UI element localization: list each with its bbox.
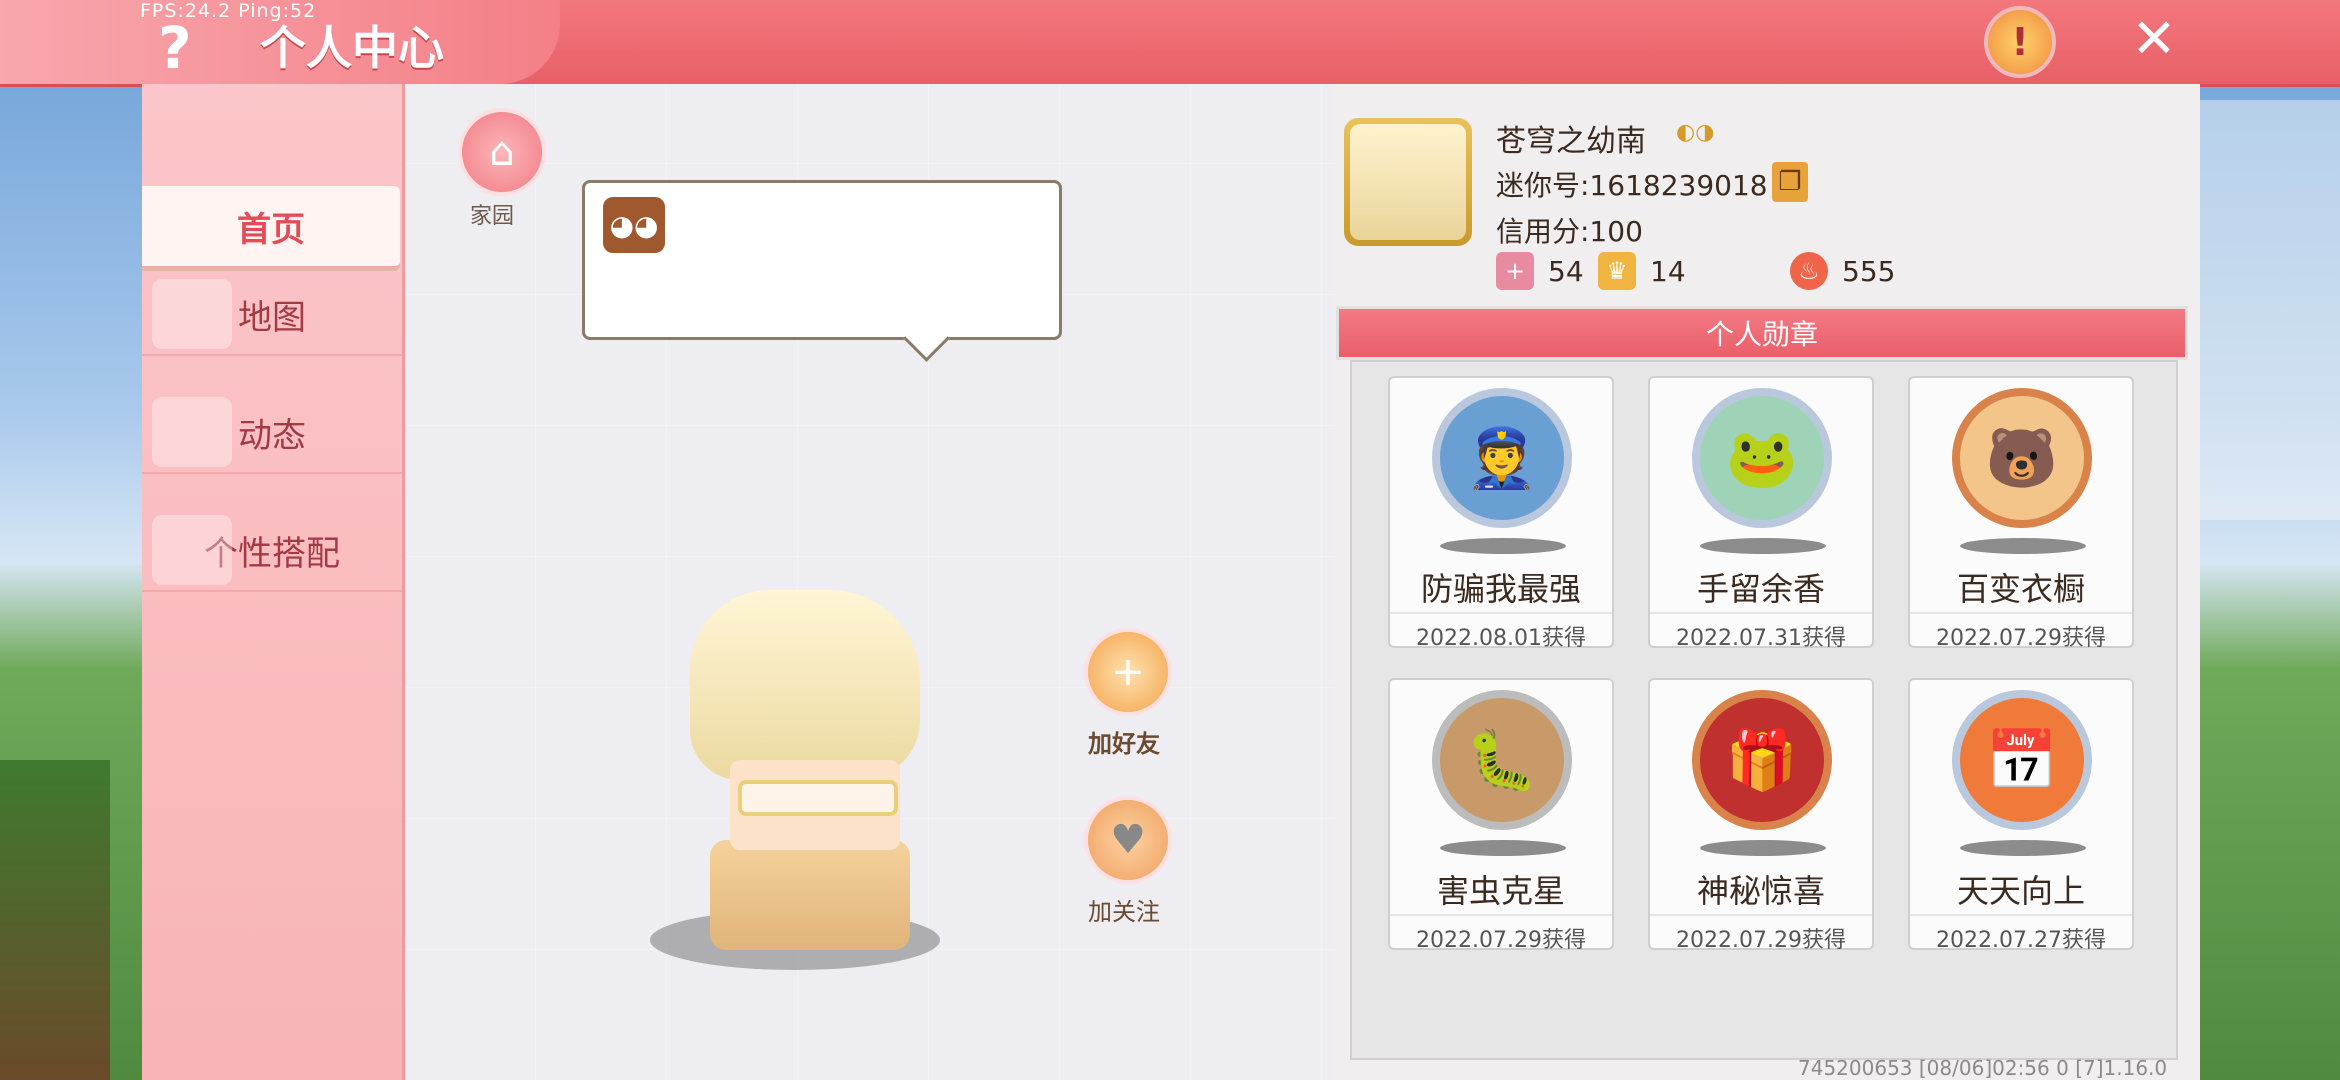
badge-name: 百变衣橱 xyxy=(1956,570,2085,608)
mini-id: 迷你号:1618239018 xyxy=(1496,169,1768,202)
medal-pedestal xyxy=(1700,538,1826,554)
badge-date: 2022.07.29获得 xyxy=(1650,914,1872,954)
warning-button[interactable]: ! xyxy=(1984,6,2056,78)
badge-name: 防骗我最强 xyxy=(1420,570,1581,608)
stat-fans: ♛ 14 xyxy=(1598,252,1686,290)
badge-name: 神秘惊喜 xyxy=(1696,872,1825,910)
character-body xyxy=(710,840,910,950)
sidebar-item-label: 地图 xyxy=(238,297,306,338)
warning-icon: ! xyxy=(2011,20,2029,64)
bookmark-plus-icon: + xyxy=(1496,252,1534,290)
medal-pedestal xyxy=(1960,840,2086,856)
help-icon[interactable]: ? xyxy=(158,14,192,82)
badge-name: 害虫克星 xyxy=(1436,872,1565,910)
stat-value: 14 xyxy=(1650,254,1686,288)
house-icon: ⌂ xyxy=(489,129,515,175)
credit-score: 信用分:100 xyxy=(1496,215,1643,248)
badge-section-header: 个人勋章 xyxy=(1336,306,2188,360)
sidebar-item-label: 动态 xyxy=(238,415,306,456)
version-info: 745200653 [08/06]02:56 0 [7]1.16.0 xyxy=(1798,1056,2168,1080)
badge-card[interactable]: 👮 防骗我最强 2022.08.01获得 xyxy=(1388,376,1614,651)
badge-date: 2022.07.29获得 xyxy=(1390,914,1612,954)
add-friend-label: 加好友 xyxy=(1088,730,1160,758)
background-tree xyxy=(0,760,110,1080)
sidebar-item-outfit[interactable]: 个性搭配 xyxy=(142,510,402,592)
badge-card[interactable]: 🎁 神秘惊喜 2022.07.29获得 xyxy=(1648,678,1874,953)
top-bar: ? 个人中心 FPS:24.2 Ping:52 ! ✕ xyxy=(0,0,2340,87)
close-button[interactable]: ✕ xyxy=(2124,6,2184,70)
badge-date: 2022.07.27获得 xyxy=(1910,914,2132,954)
background-cloud xyxy=(2190,100,2340,520)
home-button[interactable]: ⌂ xyxy=(458,108,546,196)
character-hair xyxy=(690,590,920,780)
sidebar-item-map[interactable]: 地图 xyxy=(142,274,402,356)
copy-icon[interactable]: ❐ xyxy=(1772,162,1808,202)
wardrobe-medal-icon: 🐻 xyxy=(1952,388,2092,528)
nickname: 苍穹之幼南 xyxy=(1496,124,1646,159)
sidebar: 首页 地图 动态 个性搭配 xyxy=(142,84,405,1080)
sidebar-item-label: 首页 xyxy=(237,209,305,250)
stat-popularity: ♨ 555 xyxy=(1790,252,1895,290)
follow-label: 加关注 xyxy=(1088,898,1160,926)
badge-card[interactable]: 📅 天天向上 2022.07.27获得 xyxy=(1908,678,2134,953)
badge-card[interactable]: 🐛 害虫克星 2022.07.29获得 xyxy=(1388,678,1614,953)
calendar-medal-icon: 📅 xyxy=(1952,690,2092,830)
gift-medal-icon: 🎁 xyxy=(1692,690,1832,830)
stat-bookmark: + 54 xyxy=(1496,252,1584,290)
player-character xyxy=(650,590,980,980)
badge-date: 2022.08.01获得 xyxy=(1390,612,1612,652)
bug-medal-icon: 🐛 xyxy=(1432,690,1572,830)
fans-icon: ♛ xyxy=(1598,252,1636,290)
medal-pedestal xyxy=(1440,538,1566,554)
sidebar-item-home[interactable]: 首页 xyxy=(142,186,400,268)
bear-emoji-icon: ◕◕ xyxy=(603,197,665,253)
add-friend-button[interactable]: + xyxy=(1084,628,1172,716)
stat-value: 54 xyxy=(1548,254,1584,288)
avatar[interactable] xyxy=(1344,118,1472,246)
badge-card[interactable]: 🐸 手留余香 2022.07.31获得 xyxy=(1648,376,1874,651)
medal-pedestal xyxy=(1960,538,2086,554)
badge-name: 天天向上 xyxy=(1956,872,2085,910)
medal-pedestal xyxy=(1700,840,1826,856)
flame-icon: ♨ xyxy=(1790,252,1828,290)
badge-date: 2022.07.29获得 xyxy=(1910,612,2132,652)
character-glasses xyxy=(738,780,898,816)
badge-header-label: 个人勋章 xyxy=(1705,318,1818,351)
avatar-image xyxy=(1350,124,1466,240)
mask-icon: ◐◑ xyxy=(1676,120,1715,145)
sidebar-item-moments[interactable]: 动态 xyxy=(142,392,402,474)
police-medal-icon: 👮 xyxy=(1432,388,1572,528)
close-icon: ✕ xyxy=(2131,6,2177,70)
medal-pedestal xyxy=(1440,840,1566,856)
badge-date: 2022.07.31获得 xyxy=(1650,612,1872,652)
home-label: 家园 xyxy=(470,204,515,229)
fps-ping-readout: FPS:24.2 Ping:52 xyxy=(140,0,317,22)
add-friend-icon: + xyxy=(1111,649,1145,695)
frog-medal-icon: 🐸 xyxy=(1692,388,1832,528)
outfit-icon xyxy=(152,515,232,585)
bell-icon xyxy=(152,397,232,467)
heart-icon: ♥ xyxy=(1110,817,1146,863)
badge-card[interactable]: 🐻 百变衣橱 2022.07.29获得 xyxy=(1908,376,2134,651)
stat-value: 555 xyxy=(1842,254,1896,288)
map-icon xyxy=(152,279,232,349)
badge-name: 手留余香 xyxy=(1696,570,1825,608)
signature-bubble[interactable]: ◕◕ xyxy=(582,180,1062,340)
follow-button[interactable]: ♥ xyxy=(1084,796,1172,884)
